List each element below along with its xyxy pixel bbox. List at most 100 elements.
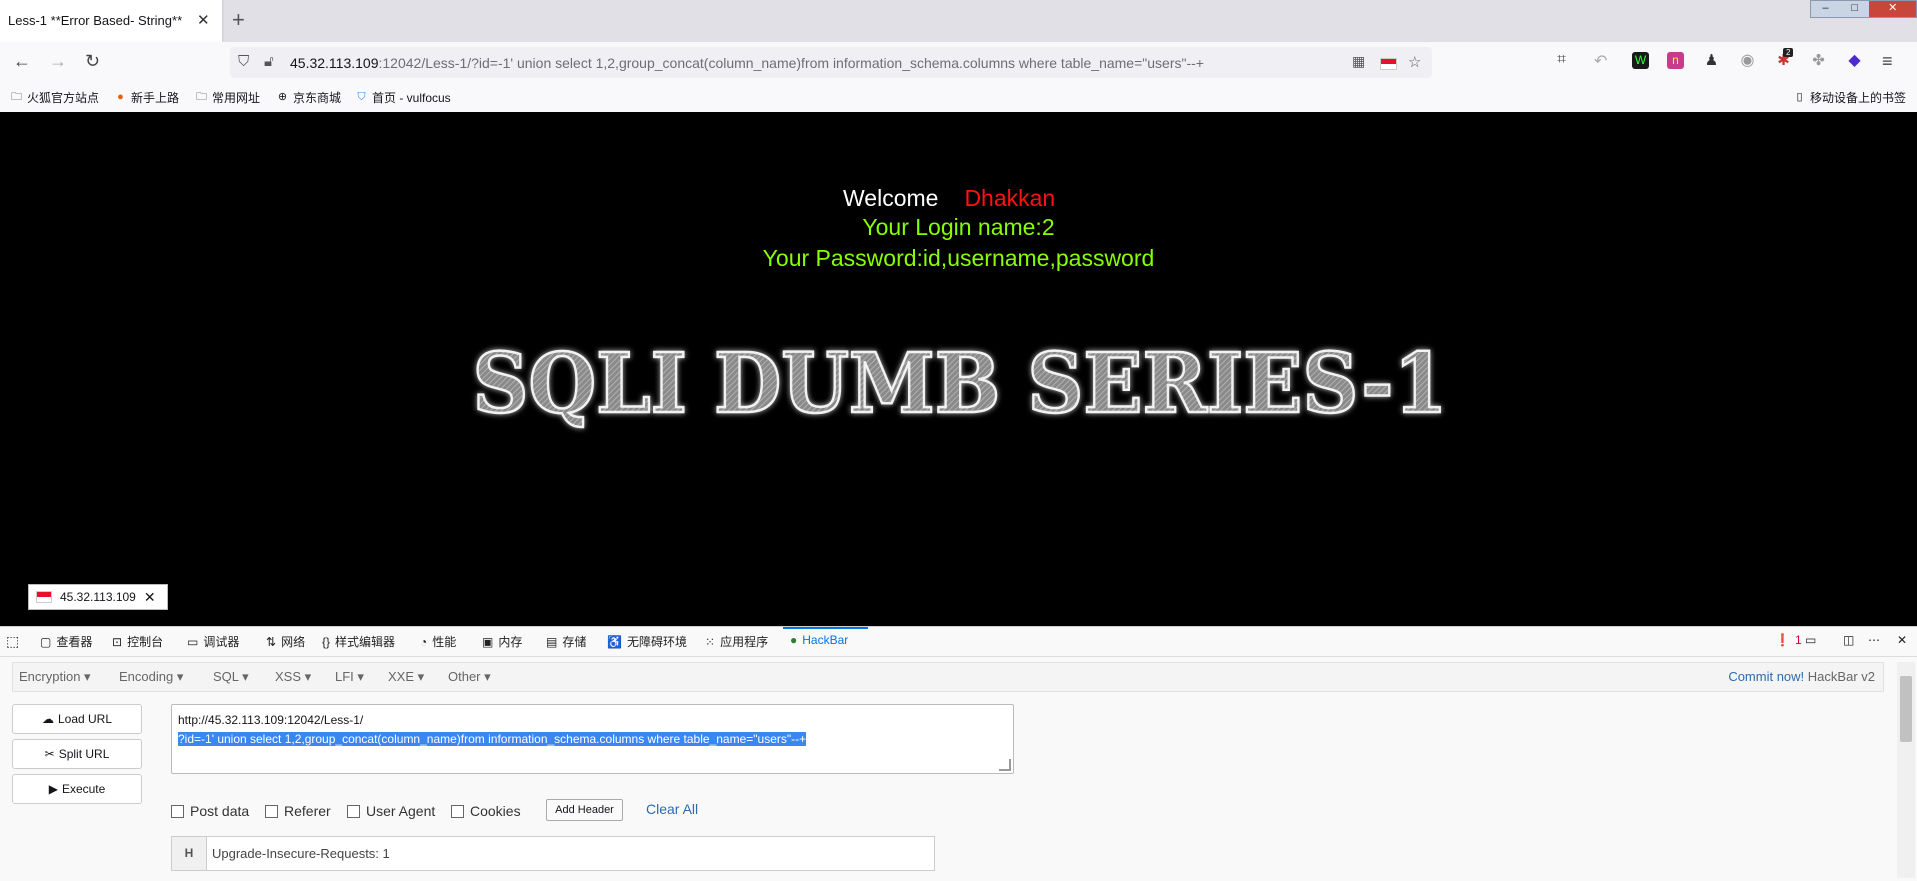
accessibility-icon: ♿ (607, 634, 622, 649)
error-count[interactable]: ❗ 1 (1775, 633, 1802, 647)
bookmark-star-icon[interactable]: ☆ (1408, 53, 1421, 71)
url-host: 45.32.113.109 (290, 55, 379, 71)
qr-code-icon[interactable]: ▦ (1352, 53, 1365, 70)
bookmark-item[interactable]: ⛉ 首页 - vulfocus (355, 89, 450, 106)
url-text[interactable]: 45.32.113.109:12042/Less-1/?id=-1' union… (290, 55, 1204, 71)
user-agent-checkbox[interactable]: User Agent (347, 803, 435, 819)
shield-icon[interactable]: ⛉ (238, 53, 249, 70)
back-icon[interactable]: ← (13, 51, 31, 72)
menu-lfi[interactable]: LFI ▾ (335, 669, 364, 685)
reload-icon[interactable]: ↻ (85, 51, 100, 72)
tab-close-icon[interactable]: ✕ (197, 11, 210, 29)
commit-now-link[interactable]: Commit now! (1728, 669, 1804, 684)
url-line-2-selected: ?id=-1' union select 1,2,group_concat(co… (178, 732, 807, 746)
inspector-icon: ▢ (40, 634, 52, 649)
tab-hackbar[interactable]: ● HackBar (790, 633, 848, 647)
address-bar[interactable]: ⛉ 🔓︎ 45.32.113.109:12042/Less-1/?id=-1' … (230, 47, 1432, 78)
firefox-icon: ● (117, 91, 124, 103)
split-url-button[interactable]: ✂ Split URL (12, 739, 142, 769)
tab-application[interactable]: ⁙ 应用程序 (705, 633, 768, 650)
maximize-icon[interactable]: □ (1840, 1, 1869, 17)
memory-icon: ▣ (482, 634, 494, 649)
folder-icon: 🗀 (196, 91, 207, 103)
bookmark-item[interactable]: 🗀 常用网址 (195, 89, 260, 106)
username-text: Dhakkan (964, 185, 1056, 211)
tab-inspector[interactable]: ▢ 查看器 (40, 633, 92, 650)
extension-badge: 2 (1783, 48, 1794, 57)
tab-performance[interactable]: ◔ 性能 (420, 633, 456, 650)
tab-accessibility[interactable]: ♿ 无障碍环境 (607, 633, 687, 650)
tab-console[interactable]: ⊡ 控制台 (112, 633, 163, 650)
application-grid-icon: ⁙ (705, 634, 716, 649)
ip-badge-close-icon[interactable]: ✕ (144, 589, 156, 606)
menu-hamburger-icon[interactable]: ≡ (1882, 51, 1893, 72)
add-header-button[interactable]: Add Header (546, 799, 623, 821)
password-text: Your Password:id,username,password (762, 245, 1155, 271)
ip-text: 45.32.113.109 (60, 590, 136, 604)
devtools-toolbar: ⬚ ▢ 查看器 ⊡ 控制台 ▭ 调试器 ⇅ 网络 {} 样式编辑器 ◔ 性能 ▣ 内存 ▤ 存储… (0, 627, 1917, 657)
element-picker-icon[interactable]: ⬚ (6, 633, 19, 650)
ip-badge: 45.32.113.109 ✕ (28, 584, 168, 610)
navigation-bar: ← → ↻ ⛉ 🔓︎ 45.32.113.109:12042/Less-1/?i… (0, 42, 1917, 84)
resize-handle[interactable] (999, 759, 1011, 771)
dock-side-icon[interactable]: ◫ (1843, 633, 1854, 647)
split-console-icon[interactable]: ▭ (1805, 633, 1816, 647)
devtools-scrollbar[interactable] (1897, 662, 1915, 878)
tab-network[interactable]: ⇅ 网络 (266, 633, 305, 650)
more-options-icon[interactable]: ⋯ (1868, 633, 1880, 647)
circle-extension-icon[interactable]: ◉ (1739, 52, 1756, 69)
menu-sql[interactable]: SQL ▾ (213, 669, 249, 685)
window-controls: – □ ✕ (1810, 0, 1917, 18)
scrollbar-thumb[interactable] (1900, 676, 1912, 742)
checkbox-box (347, 804, 360, 818)
checkbox-box (265, 804, 278, 818)
devtools-close-icon[interactable]: ✕ (1897, 633, 1907, 647)
country-flag-icon (36, 591, 52, 603)
menu-xxe[interactable]: XXE ▾ (388, 669, 424, 685)
undo-icon[interactable]: ↶ (1594, 51, 1607, 71)
bookmark-item[interactable]: ● 新手上路 (114, 89, 179, 106)
screenshot-crop-icon[interactable]: ⌗ (1557, 51, 1566, 69)
browser-tab[interactable]: Less-1 **Error Based- String** ✕ (0, 0, 222, 42)
url-textarea[interactable]: http://45.32.113.109:12042/Less-1/ ?id=-… (171, 704, 1014, 774)
menu-encryption[interactable]: Encryption ▾ (19, 669, 91, 685)
minimize-icon[interactable]: – (1811, 1, 1840, 17)
devtools-panel: ⬚ ▢ 查看器 ⊡ 控制台 ▭ 调试器 ⇅ 网络 {} 样式编辑器 ◔ 性能 ▣ 内存 ▤ 存储… (0, 626, 1917, 881)
spy-extension-icon[interactable]: ♟ (1703, 52, 1720, 69)
tab-storage[interactable]: ▤ 存储 (546, 633, 586, 650)
new-tab-icon[interactable]: + (232, 7, 245, 33)
post-data-checkbox[interactable]: Post data (171, 803, 249, 819)
globe-icon: ⊕ (277, 91, 288, 103)
menu-xss[interactable]: XSS ▾ (275, 669, 311, 685)
menu-encoding[interactable]: Encoding ▾ (119, 669, 183, 685)
header-value[interactable]: Upgrade-Insecure-Requests: 1 (212, 846, 390, 861)
tab-memory[interactable]: ▣ 内存 (482, 633, 522, 650)
mobile-bookmarks[interactable]: ▯ 移动设备上的书签 (1793, 89, 1906, 106)
cookies-checkbox[interactable]: Cookies (451, 803, 521, 819)
execute-button[interactable]: ▶ Execute (12, 774, 142, 804)
lock-insecure-icon[interactable]: 🔓︎ (264, 53, 274, 70)
load-url-button[interactable]: ☁ Load URL (12, 704, 142, 734)
clear-all-link[interactable]: Clear All (646, 801, 698, 817)
tab-style-editor[interactable]: {} 样式编辑器 (322, 633, 395, 650)
header-tag: H (172, 837, 207, 870)
url-path: :12042/Less-1/?id=-1' union select 1,2,g… (378, 55, 1204, 71)
bookmark-item[interactable]: 🗀 火狐官方站点 (10, 89, 99, 106)
folder-icon: 🗀 (11, 91, 22, 103)
error-icon: ❗ (1775, 633, 1790, 647)
menu-other[interactable]: Other ▾ (448, 669, 491, 685)
extension-n-icon[interactable]: n (1667, 52, 1684, 69)
wappalyzer-extension-icon[interactable]: W (1632, 52, 1649, 69)
mobile-icon: ▯ (1796, 91, 1803, 103)
country-flag-icon (1380, 58, 1397, 70)
url-line-1: http://45.32.113.109:12042/Less-1/ (178, 713, 364, 727)
tab-debugger[interactable]: ▭ 调试器 (187, 633, 239, 650)
header-row[interactable]: H Upgrade-Insecure-Requests: 1 (171, 836, 935, 871)
console-icon: ⊡ (112, 634, 123, 649)
forward-icon[interactable]: → (49, 51, 67, 72)
referer-checkbox[interactable]: Referer (265, 803, 331, 819)
diamond-extension-icon[interactable]: ◆ (1846, 52, 1863, 69)
puzzle-extension-icon[interactable]: ✤ (1810, 52, 1827, 69)
bookmark-item[interactable]: ⊕ 京东商城 (276, 89, 341, 106)
window-close-icon[interactable]: ✕ (1869, 1, 1917, 17)
